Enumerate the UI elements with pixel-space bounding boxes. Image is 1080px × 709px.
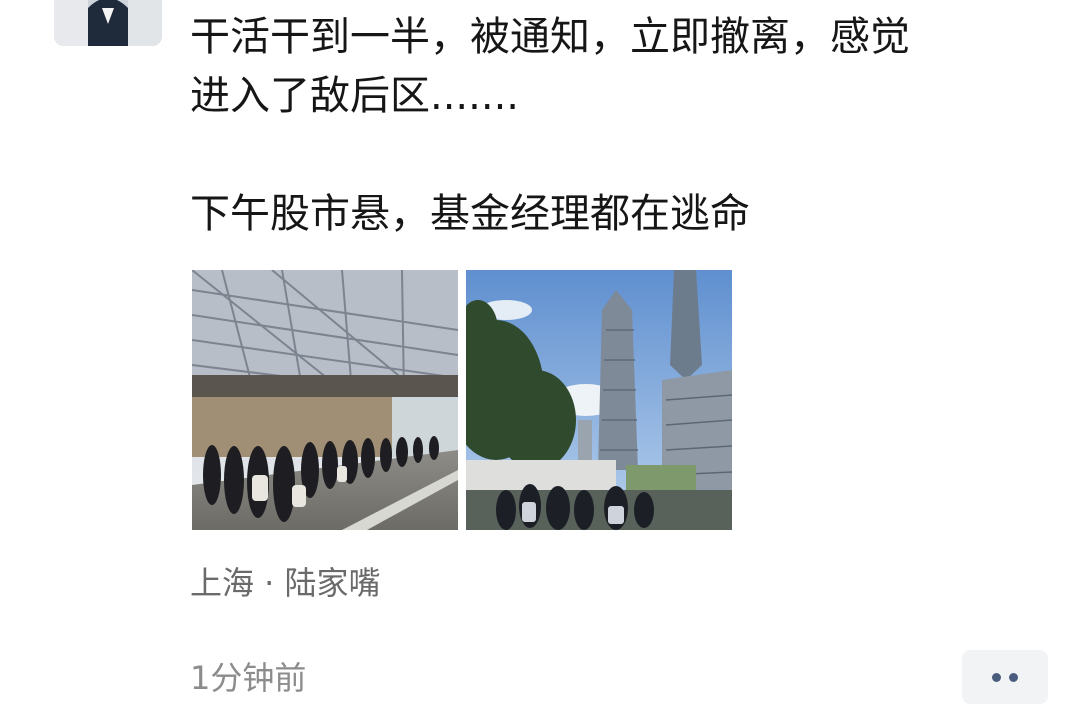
avatar-image bbox=[54, 0, 162, 46]
photo-lujiazui-towers[interactable] bbox=[466, 270, 732, 530]
more-button[interactable] bbox=[962, 650, 1048, 704]
avatar[interactable] bbox=[54, 0, 162, 46]
more-dots-icon bbox=[988, 672, 1022, 682]
photo-crowd-under-canopy-image bbox=[192, 270, 458, 530]
photo-lujiazui-towers-image bbox=[466, 270, 732, 530]
location-link[interactable]: 上海 · 陆家嘴 bbox=[190, 560, 381, 606]
post-text: 干活干到一半，被通知，立即撤离，感觉 进入了敌后区....... 下午股市悬，基… bbox=[190, 14, 910, 237]
photo-crowd-under-canopy[interactable] bbox=[192, 270, 458, 530]
timestamp: 1分钟前 bbox=[190, 659, 307, 697]
